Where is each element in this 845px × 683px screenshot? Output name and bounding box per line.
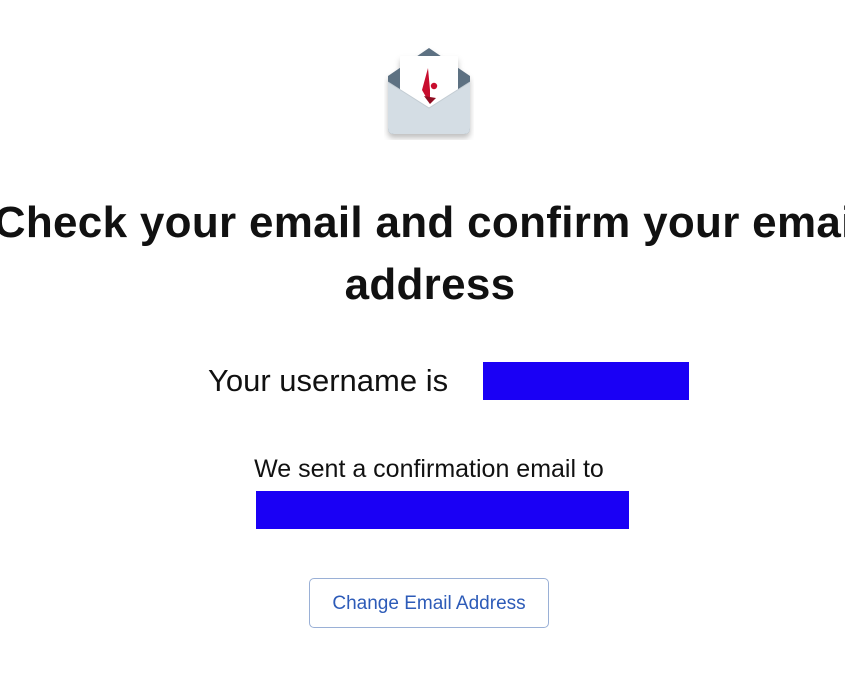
confirmation-sent-text: We sent a confirmation email to [254,455,604,483]
page-title-line-2: address [344,260,516,309]
username-row: Your username is [0,362,845,400]
username-label: Your username is [208,363,449,398]
redacted-username [483,362,689,400]
confirm-email-page: Check your email and confirm your email … [0,0,845,683]
page-title: Check your email and confirm your email … [0,192,845,316]
redacted-email-address [256,491,629,529]
page-title-line-1: Check your email and confirm your email [0,198,845,247]
change-email-button[interactable]: Change Email Address [309,578,549,628]
envelope-icon [384,46,474,140]
